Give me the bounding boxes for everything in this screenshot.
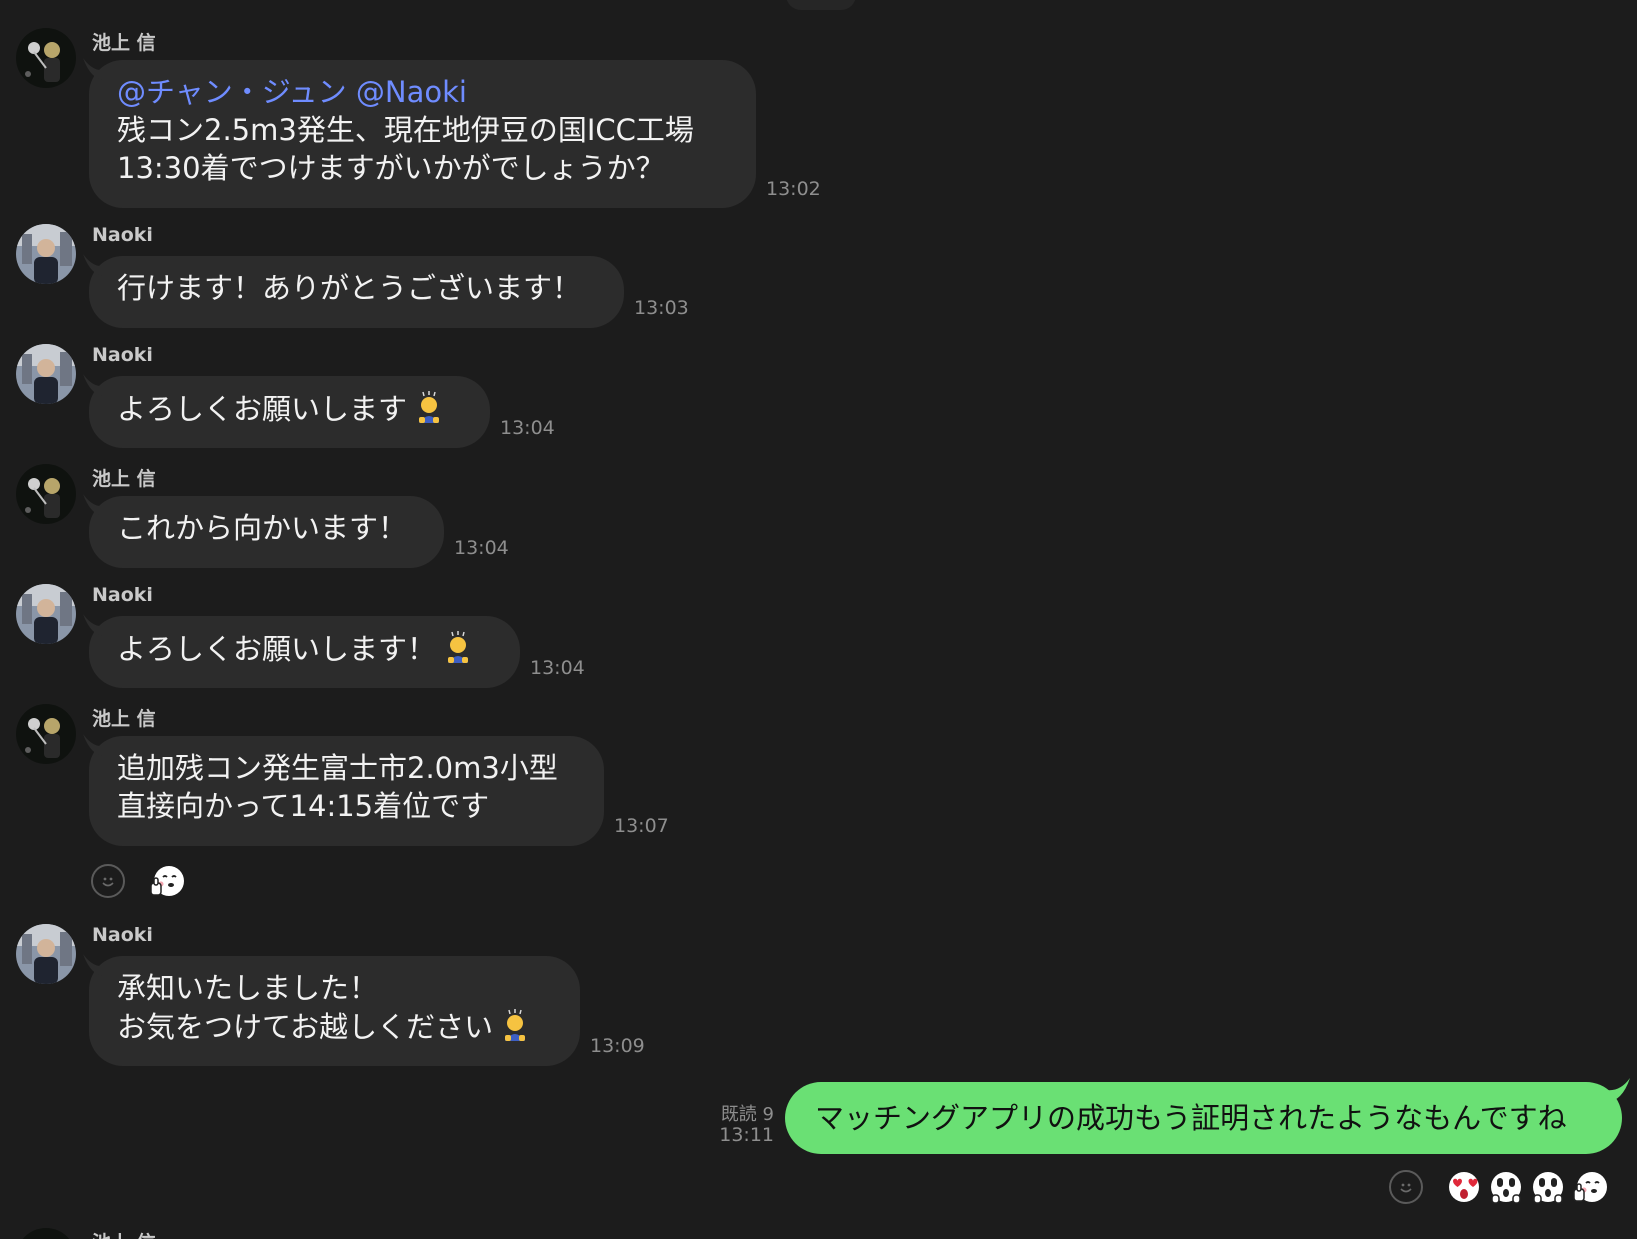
avatar[interactable] bbox=[16, 704, 76, 764]
surprised-face-icon[interactable] bbox=[1530, 1169, 1566, 1205]
avatar[interactable] bbox=[16, 1228, 76, 1239]
avatar[interactable] bbox=[16, 464, 76, 524]
message-bubble[interactable]: 行けます！ありがとうございます！ bbox=[83, 254, 624, 328]
message-text: 追加残コン発生富士市2.0m3小型 bbox=[117, 751, 558, 785]
timestamp: 13:07 bbox=[614, 815, 669, 837]
bowing-person-icon bbox=[505, 1009, 526, 1041]
sender-name: Naoki bbox=[92, 924, 153, 946]
bowing-person-icon bbox=[448, 631, 469, 663]
message-text: 行けます！ありがとうございます！ bbox=[117, 271, 582, 305]
message-bubble[interactable]: @チャン・ジュン @Naoki 残コン2.5m3発生、現在地伊豆の国ICC工場 … bbox=[83, 58, 756, 208]
avatar[interactable] bbox=[16, 924, 76, 984]
smiley-icon bbox=[102, 877, 114, 887]
timestamp: 13:04 bbox=[454, 537, 509, 559]
heart-eyes-face-icon[interactable] bbox=[1446, 1169, 1482, 1205]
sender-name: Naoki bbox=[92, 224, 153, 246]
own-message-bubble[interactable]: マッチングアプリの成功もう証明されたようなもんですね bbox=[785, 1078, 1630, 1154]
bubble-tail bbox=[83, 614, 105, 636]
sender-name: 池上 信 bbox=[92, 708, 156, 730]
message-text: お気をつけてお越しください bbox=[117, 1010, 494, 1044]
sender-name: 池上 信 bbox=[92, 468, 156, 490]
bubble-tail bbox=[83, 374, 105, 396]
bubble-tail bbox=[83, 494, 105, 516]
bubble-tail bbox=[83, 954, 105, 976]
sender-name: Naoki bbox=[92, 584, 153, 606]
message-text: これから向かいます！ bbox=[117, 511, 408, 545]
timestamp: 13:04 bbox=[500, 417, 555, 439]
message-bubble[interactable]: 追加残コン発生富士市2.0m3小型 直接向かって14:15着位です bbox=[83, 734, 604, 846]
bubble-tail bbox=[83, 734, 105, 756]
timestamp: 13:09 bbox=[590, 1035, 645, 1057]
scroll-indicator bbox=[786, 0, 856, 10]
bubble-tail bbox=[83, 58, 105, 80]
avatar[interactable] bbox=[16, 584, 76, 644]
bubble-tail bbox=[83, 254, 105, 276]
add-reaction-button[interactable] bbox=[1389, 1170, 1423, 1204]
message-text: よろしくお願いします bbox=[117, 392, 408, 426]
chat-view[interactable]: 池上 信 @チャン・ジュン @Naoki 残コン2.5m3発生、現在地伊豆の国I… bbox=[0, 0, 1637, 1239]
sender-name: Naoki bbox=[92, 344, 153, 366]
message-text: マッチングアプリの成功もう証明されたようなもんですね bbox=[815, 1101, 1567, 1135]
mention-text[interactable]: @チャン・ジュン @Naoki bbox=[117, 73, 728, 111]
sender-name: 池上 信 bbox=[92, 1228, 156, 1239]
avatar[interactable] bbox=[16, 28, 76, 88]
message-text: よろしくお願いします！ bbox=[117, 632, 437, 666]
timestamp: 13:02 bbox=[766, 178, 821, 200]
timestamp: 13:03 bbox=[634, 297, 689, 319]
message-text: 承知いたしました！ bbox=[117, 971, 379, 1005]
thumbs-up-face-icon[interactable] bbox=[149, 863, 185, 899]
smiley-icon bbox=[1400, 1183, 1412, 1193]
message-bubble[interactable]: よろしくお願いします！ bbox=[83, 614, 520, 688]
message-bubble[interactable]: これから向かいます！ bbox=[83, 494, 444, 568]
timestamp: 13:04 bbox=[530, 657, 585, 679]
thumbs-up-face-icon[interactable] bbox=[1572, 1169, 1608, 1205]
bowing-person-icon bbox=[419, 391, 440, 423]
add-reaction-button[interactable] bbox=[91, 864, 125, 898]
message-text: 直接向かって14:15着位です bbox=[117, 789, 490, 823]
avatar[interactable] bbox=[16, 224, 76, 284]
message-text: 残コン2.5m3発生、現在地伊豆の国ICC工場 bbox=[117, 113, 694, 147]
message-text: 13:30着でつけますがいかがでしょうか？ bbox=[117, 151, 665, 185]
message-bubble[interactable]: 承知いたしました！ お気をつけてお越しください bbox=[83, 954, 580, 1066]
bubble-tail bbox=[1606, 1078, 1630, 1102]
avatar[interactable] bbox=[16, 344, 76, 404]
surprised-face-icon[interactable] bbox=[1488, 1169, 1524, 1205]
sender-name: 池上 信 bbox=[92, 32, 156, 54]
message-bubble[interactable]: よろしくお願いします bbox=[83, 374, 490, 448]
timestamp: 13:11 bbox=[719, 1124, 774, 1146]
read-receipt: 既読 9 bbox=[720, 1104, 774, 1125]
